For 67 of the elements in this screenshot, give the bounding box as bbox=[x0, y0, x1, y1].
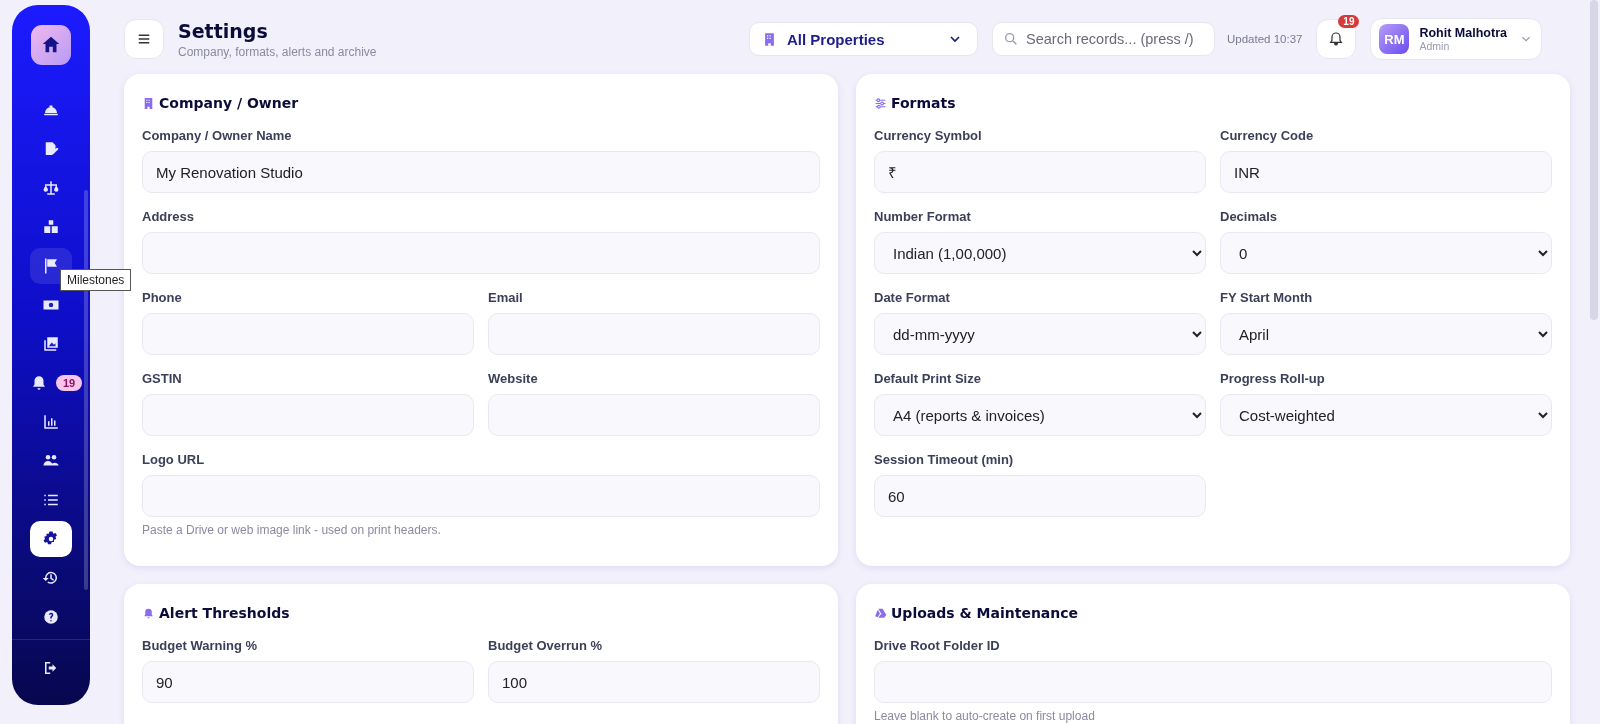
property-selector[interactable]: All Properties bbox=[749, 22, 978, 56]
field-label: Logo URL bbox=[142, 452, 206, 467]
scrollbar[interactable] bbox=[1590, 0, 1598, 320]
dropdown-field[interactable]: Indian (1,00,000) bbox=[874, 232, 1206, 274]
field-label: GSTIN bbox=[142, 371, 183, 386]
avatar: RM bbox=[1379, 24, 1410, 54]
card-title: Formats bbox=[891, 95, 956, 111]
sidebar-item[interactable] bbox=[30, 520, 72, 557]
bell-icon bbox=[1328, 31, 1345, 47]
field-label: Email bbox=[488, 290, 524, 305]
input-field[interactable]: INR bbox=[1220, 151, 1552, 193]
sliders-icon bbox=[874, 96, 887, 110]
user-role: Admin bbox=[1419, 40, 1450, 52]
card-title: Company / Owner bbox=[159, 95, 299, 111]
images-icon bbox=[42, 334, 60, 353]
bell-icon bbox=[142, 606, 155, 620]
field-hint: Leave blank to auto-create on first upload bbox=[874, 709, 1096, 723]
field-label: Website bbox=[488, 371, 539, 386]
search-field[interactable]: Search records... (press /) bbox=[992, 22, 1215, 56]
menu-button[interactable] bbox=[124, 19, 164, 59]
input-field[interactable]: 60 bbox=[874, 475, 1206, 517]
page-subtitle: Company, formats, alerts and archive bbox=[178, 44, 378, 59]
user-name: Rohit Malhotra bbox=[1419, 26, 1507, 40]
field-label: Address bbox=[142, 209, 196, 224]
dropdown-field[interactable]: April bbox=[1220, 313, 1552, 355]
field-hint: Paste a Drive or web image link - used on print headers. bbox=[142, 523, 442, 537]
building-icon bbox=[762, 31, 777, 47]
building-icon bbox=[142, 96, 155, 110]
field-label: Date Format bbox=[874, 290, 951, 305]
field-label: Default Print Size bbox=[874, 371, 982, 386]
boxes-icon bbox=[42, 217, 60, 236]
notification-badge: 19 bbox=[1338, 15, 1360, 28]
field-label: Budget Overrun % bbox=[488, 638, 604, 653]
field-label: Session Timeout (min) bbox=[874, 452, 1015, 467]
field-label: Number Format bbox=[874, 209, 972, 224]
chart-icon bbox=[42, 412, 60, 431]
updated-time: Updated 10:37 bbox=[1227, 33, 1303, 45]
scale-icon bbox=[42, 178, 60, 197]
search-icon bbox=[1003, 31, 1019, 47]
input-field[interactable]: 90 bbox=[142, 661, 474, 703]
page-title: Settings bbox=[178, 19, 269, 42]
field-label: Phone bbox=[142, 290, 183, 305]
card-title: Alert Thresholds bbox=[159, 605, 290, 621]
field-label: Currency Code bbox=[1220, 128, 1315, 143]
count-badge: 19 bbox=[55, 374, 83, 391]
tooltip: Milestones bbox=[60, 269, 132, 291]
field-label: Currency Symbol bbox=[874, 128, 983, 143]
field-label: Decimals bbox=[1220, 209, 1279, 224]
dropdown-field[interactable]: A4 (reports & invoices) bbox=[874, 394, 1206, 436]
field-label: Budget Warning % bbox=[142, 638, 259, 653]
input-field[interactable]: 100 bbox=[488, 661, 820, 703]
field-label: Progress Roll-up bbox=[1220, 371, 1326, 386]
sidebar-item[interactable]: 19 bbox=[26, 364, 86, 401]
dropdown-field[interactable]: 0 bbox=[1220, 232, 1552, 274]
triangle-icon bbox=[874, 606, 887, 620]
field-label: FY Start Month bbox=[1220, 290, 1314, 305]
user-menu[interactable]: RM Rohit Malhotra Admin bbox=[1370, 18, 1543, 60]
help-icon bbox=[42, 607, 60, 626]
dropdown-field[interactable]: dd-mm-yyyy bbox=[874, 313, 1206, 355]
flag-icon bbox=[42, 256, 60, 275]
home-logo[interactable] bbox=[31, 25, 71, 65]
input-field[interactable]: ₹ bbox=[874, 151, 1206, 193]
input-field[interactable]: My Renovation Studio bbox=[142, 151, 820, 193]
field-label: Company / Owner Name bbox=[142, 128, 293, 143]
field-label: Drive Root Folder ID bbox=[874, 638, 1001, 653]
dropdown-field[interactable]: Cost-weighted bbox=[1220, 394, 1552, 436]
card-title: Uploads & Maintenance bbox=[891, 605, 1079, 621]
